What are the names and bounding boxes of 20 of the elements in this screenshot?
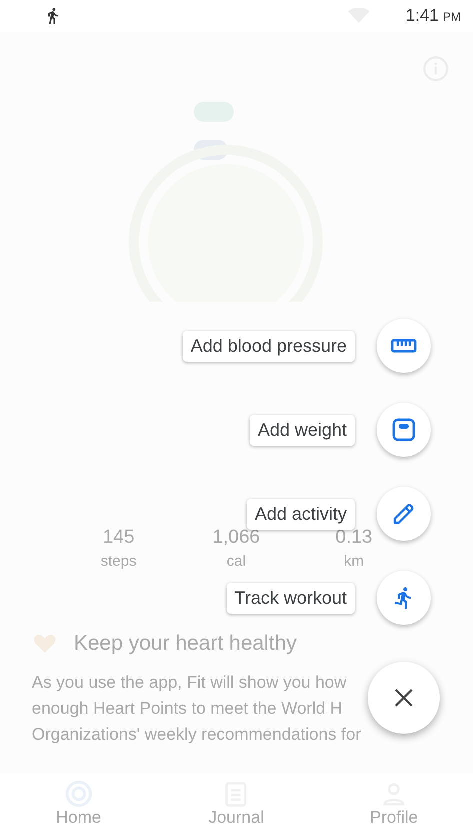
action-label[interactable]: Add blood pressure xyxy=(182,330,355,362)
card-text-line: As you use the app, Fit will show you how xyxy=(32,672,347,694)
stat-value: 1,066 xyxy=(212,527,260,549)
action-label[interactable]: Track workout xyxy=(226,582,355,614)
stat-unit: steps xyxy=(100,553,137,570)
pencil-icon xyxy=(392,502,416,526)
stat-value: 0.13 xyxy=(336,527,373,549)
card-title: Keep your heart healthy xyxy=(74,632,297,656)
close-icon xyxy=(394,688,414,708)
stat-value: 145 xyxy=(102,527,135,549)
action-label[interactable]: Add activity xyxy=(246,498,355,530)
action-label[interactable]: Add weight xyxy=(250,414,355,446)
scale-icon xyxy=(392,418,416,442)
stat-unit: cal xyxy=(226,553,246,570)
stat-unit: km xyxy=(344,553,364,570)
ruler-icon xyxy=(391,339,417,353)
heart-icon xyxy=(32,632,58,656)
card-text-line: enough Heart Points to meet the World H xyxy=(32,698,343,720)
card-text-line: Organizations' weekly recommendations for xyxy=(32,724,362,746)
status-time: 1:41 PM xyxy=(406,6,461,26)
